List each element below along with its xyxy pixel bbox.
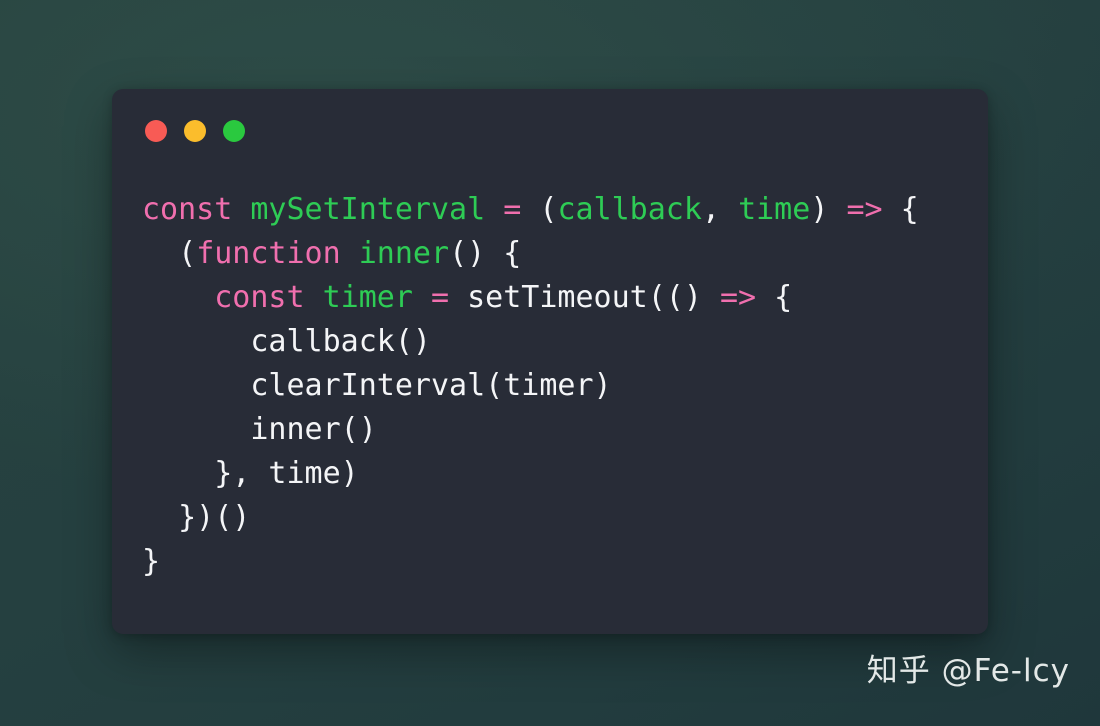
code-token: => [846,192,883,227]
code-token: inner [358,236,450,271]
code-line: clearInterval(timer) [142,364,958,408]
code-line: })() [142,496,958,540]
code-line: inner() [142,408,958,452]
code-block: const mySetInterval = (callback, time) =… [112,188,988,584]
code-token: { [882,192,919,227]
code-token: callback() [142,324,431,359]
code-token: setTimeout(() [449,280,720,315]
code-token: clearInterval(timer) [142,368,612,403]
window-titlebar-dots [145,120,245,142]
code-token: , [701,192,739,227]
code-token: mySetInterval [250,192,486,227]
code-token: () { [449,236,522,271]
code-token: = [503,192,522,227]
code-token: = [431,280,450,315]
code-token: ( [521,192,558,227]
code-snippet-card: const mySetInterval = (callback, time) =… [112,89,988,634]
zhihu-watermark: 知乎 @Fe-lcy [866,653,1070,689]
code-line: (function inner() { [142,232,958,276]
code-token: timer [322,280,413,315]
code-token: function [196,236,341,271]
code-token: const [142,192,233,227]
code-line: } [142,540,958,584]
code-token: { [756,280,793,315]
screenshot-root: const mySetInterval = (callback, time) =… [0,0,1100,726]
maximize-window-dot[interactable] [223,120,245,142]
code-token: ( [142,236,197,271]
code-line: const mySetInterval = (callback, time) =… [142,188,958,232]
code-token: const [214,280,305,315]
code-token: ) [810,192,847,227]
code-token: } [142,544,161,579]
code-line: const timer = setTimeout(() => { [142,276,958,320]
minimize-window-dot[interactable] [184,120,206,142]
close-window-dot[interactable] [145,120,167,142]
code-token: time [738,192,811,227]
code-line: callback() [142,320,958,364]
code-line: }, time) [142,452,958,496]
code-token: }, time) [142,456,359,491]
code-token: callback [557,192,702,227]
code-token: inner() [142,412,377,447]
code-token: })() [142,500,251,535]
code-token: => [720,280,757,315]
